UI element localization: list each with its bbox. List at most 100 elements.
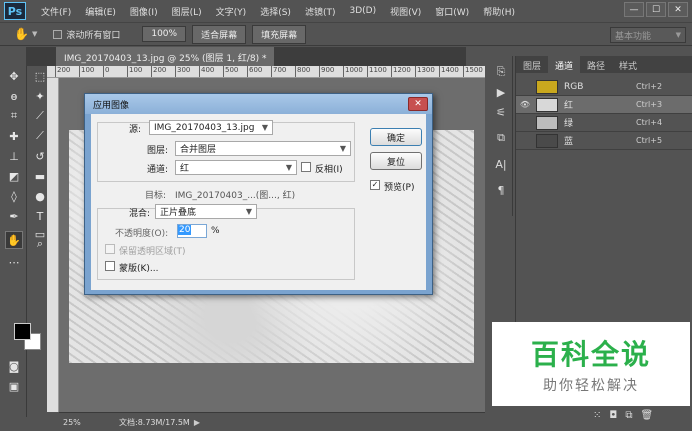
menu-image[interactable]: 图像(I) bbox=[123, 5, 165, 18]
apply-image-dialog: 应用图像 ✕ 源: IMG_20170403_13.jpg ▼ 图层: 合并图层… bbox=[84, 93, 433, 295]
preview-checkbox[interactable]: ✓ bbox=[370, 180, 380, 190]
screen-mode-icon[interactable]: ▣ bbox=[5, 377, 23, 395]
dialog-titlebar[interactable]: 应用图像 ✕ bbox=[85, 94, 432, 114]
target-label: 目标: bbox=[145, 191, 167, 201]
minimize-button[interactable]: — bbox=[624, 2, 644, 17]
menu-type[interactable]: 文字(Y) bbox=[209, 5, 254, 18]
menu-help[interactable]: 帮助(H) bbox=[476, 5, 522, 18]
menu-layer[interactable]: 图层(L) bbox=[165, 5, 209, 18]
pen-tool-icon[interactable]: ✒ bbox=[5, 207, 23, 225]
ruler-tick-label: 1000 bbox=[343, 66, 363, 77]
history-panel-icon[interactable]: ⎘ bbox=[493, 64, 509, 80]
crop-tool-icon[interactable]: ⌗ bbox=[5, 107, 23, 125]
menu-window[interactable]: 窗口(W) bbox=[428, 5, 476, 18]
horizontal-ruler: 200 100 0 100 200 300 400 500 600 700 800 900 1000 11… bbox=[47, 66, 485, 78]
channel-name: 蓝 bbox=[564, 137, 574, 147]
tab-styles[interactable]: 样式 bbox=[612, 56, 644, 73]
menu-view[interactable]: 视图(V) bbox=[383, 5, 428, 18]
ruler-tick-label: 1100 bbox=[367, 66, 387, 77]
menu-edit[interactable]: 编辑(E) bbox=[78, 5, 123, 18]
channel-shortcut: Ctrl+2 bbox=[636, 82, 663, 91]
watermark-title: 百科全说 bbox=[530, 338, 651, 371]
document-tab-bar: IMG_20170403_13.jpg @ 25% (图层 1, 红/8) * bbox=[26, 47, 466, 66]
channel-select[interactable]: 红 ▼ bbox=[175, 160, 297, 175]
source-select[interactable]: IMG_20170403_13.jpg ▼ bbox=[149, 120, 273, 135]
channel-shortcut: Ctrl+4 bbox=[636, 118, 663, 127]
ruler-tick-label: 1300 bbox=[415, 66, 435, 77]
channel-name: RGB bbox=[564, 81, 584, 92]
reset-button[interactable]: 复位 bbox=[370, 152, 422, 170]
layer-value: 合并图层 bbox=[180, 145, 217, 155]
channel-row-green[interactable]: 绿 Ctrl+4 bbox=[516, 114, 692, 132]
opacity-value: 20 bbox=[178, 225, 192, 235]
source-label: 源: bbox=[129, 125, 142, 135]
new-channel-icon[interactable]: ⧉ bbox=[625, 410, 632, 426]
status-menu-arrow-icon[interactable]: ▶ bbox=[194, 418, 200, 427]
fill-screen-button[interactable]: 填充屏幕 bbox=[252, 24, 307, 44]
lasso-tool-icon[interactable]: ɵ bbox=[5, 87, 23, 105]
opacity-unit: % bbox=[211, 226, 220, 236]
workspace-select[interactable]: 基本功能 ▼ bbox=[610, 27, 686, 43]
blend-mode-select[interactable]: 正片叠底 ▼ bbox=[155, 204, 257, 219]
ruler-tick-label: 500 bbox=[223, 66, 238, 77]
zoom-100-button[interactable]: 100% bbox=[142, 26, 187, 42]
menu-select[interactable]: 选择(S) bbox=[253, 5, 298, 18]
channel-row-red[interactable]: 👁 红 Ctrl+3 bbox=[516, 96, 692, 114]
actions-play-icon[interactable]: ▶ bbox=[493, 84, 509, 100]
blur-tool-icon[interactable]: ◊ bbox=[5, 187, 23, 205]
scroll-all-windows-checkbox[interactable] bbox=[53, 29, 63, 39]
site-watermark-logo: 百科全说 助你轻松解决 bbox=[492, 322, 690, 406]
ruler-tick-label: 800 bbox=[295, 66, 310, 77]
preserve-transparency-checkbox[interactable] bbox=[105, 244, 115, 254]
healing-brush-icon[interactable]: ✚ bbox=[5, 127, 23, 145]
paragraph-panel-icon[interactable]: ¶ bbox=[493, 182, 509, 198]
character-panel-icon[interactable]: A| bbox=[493, 156, 509, 172]
properties-panel-icon[interactable]: ⚟ bbox=[493, 104, 509, 120]
ruler-tick-label: 600 bbox=[247, 66, 262, 77]
ok-button[interactable]: 确定 bbox=[370, 128, 422, 146]
menu-filter[interactable]: 滤镜(T) bbox=[298, 5, 343, 18]
dialog-close-button[interactable]: ✕ bbox=[408, 97, 428, 111]
channel-shortcut: Ctrl+5 bbox=[636, 136, 663, 145]
preview-label: 预览(P) bbox=[384, 183, 415, 193]
close-window-button[interactable]: ✕ bbox=[668, 2, 688, 17]
menu-file[interactable]: 文件(F) bbox=[34, 5, 78, 18]
tab-layers[interactable]: 图层 bbox=[516, 56, 548, 73]
visibility-eye-icon[interactable]: 👁 bbox=[518, 100, 532, 109]
foreground-color-swatch[interactable] bbox=[14, 323, 31, 340]
ruler-tick-label: 1400 bbox=[439, 66, 459, 77]
window-controls: — ☐ ✕ bbox=[624, 2, 688, 17]
channel-name: 绿 bbox=[564, 119, 574, 129]
more-tools-icon[interactable]: ⋯ bbox=[5, 253, 23, 271]
layer-select[interactable]: 合并图层 ▼ bbox=[175, 141, 351, 156]
eraser-tool-icon[interactable]: ◩ bbox=[5, 167, 23, 185]
hand-tool-icon[interactable]: ✋ bbox=[14, 27, 29, 41]
tool-preset-chevron-icon[interactable]: ▼ bbox=[32, 30, 37, 38]
hand-tool-icon[interactable]: ✋ bbox=[5, 231, 23, 249]
mask-checkbox[interactable] bbox=[105, 261, 115, 271]
zoom-level-field[interactable]: 25% bbox=[63, 418, 93, 427]
save-selection-icon[interactable]: ◘ bbox=[609, 410, 617, 426]
tab-paths[interactable]: 路径 bbox=[580, 56, 612, 73]
quick-mask-icon[interactable]: ◙ bbox=[5, 357, 23, 375]
load-selection-icon[interactable]: ⁙ bbox=[593, 410, 601, 426]
delete-channel-icon[interactable]: 🗑 bbox=[640, 410, 653, 426]
maximize-button[interactable]: ☐ bbox=[646, 2, 666, 17]
tab-channels[interactable]: 通道 bbox=[548, 56, 581, 73]
layer-label: 图层: bbox=[147, 146, 169, 156]
stamp-tool-icon[interactable]: ⊥ bbox=[5, 147, 23, 165]
channel-thumbnail bbox=[536, 79, 558, 94]
clone-source-icon[interactable]: ⧉ bbox=[493, 130, 509, 146]
fit-screen-button[interactable]: 适合屏幕 bbox=[192, 24, 247, 44]
menu-3d[interactable]: 3D(D) bbox=[342, 6, 383, 16]
opacity-input[interactable]: 20 bbox=[177, 224, 207, 238]
invert-checkbox[interactable] bbox=[301, 162, 311, 172]
preserve-transparency-label: 保留透明区域(T) bbox=[119, 247, 186, 257]
menu-bar: Ps 文件(F) 编辑(E) 图像(I) 图层(L) 文字(Y) 选择(S) 滤… bbox=[0, 0, 692, 22]
target-value: IMG_20170403_...(图..., 红) bbox=[175, 191, 296, 201]
document-tab[interactable]: IMG_20170403_13.jpg @ 25% (图层 1, 红/8) * bbox=[56, 47, 275, 66]
channel-row-blue[interactable]: 蓝 Ctrl+5 bbox=[516, 132, 692, 150]
move-tool-icon[interactable]: ✥ bbox=[5, 67, 23, 85]
channel-label: 通道: bbox=[147, 165, 169, 175]
channel-row-rgb[interactable]: RGB Ctrl+2 bbox=[516, 78, 692, 96]
